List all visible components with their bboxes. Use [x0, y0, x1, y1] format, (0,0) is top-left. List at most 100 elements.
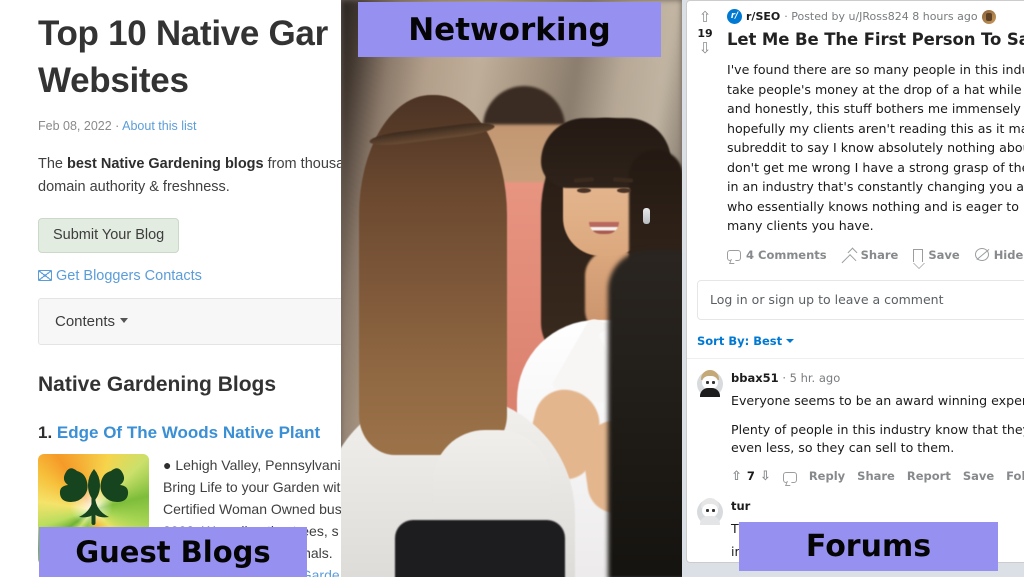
post-author-meta: · Posted by u/JRoss824 8 hours ago	[784, 10, 978, 23]
comment-body-line: Plenty of people in this industry know t…	[731, 421, 1024, 437]
post-body-line: subreddit to say I know absolutely nothi…	[727, 140, 1024, 156]
photo-dark-right-figure	[608, 250, 682, 577]
woman-right-eye-right	[617, 188, 631, 193]
vote-column: ⇧ 19 ⇩	[687, 1, 723, 268]
contents-label: Contents	[55, 312, 116, 330]
avatar	[697, 498, 723, 526]
comment-header: bbax51 · 5 hr. ago	[731, 371, 1024, 385]
networking-photo-panel	[341, 0, 682, 577]
post-main: r/ r/SEO · Posted by u/JRoss824 8 hours …	[723, 1, 1024, 269]
reddit-panel: ⇧ 19 ⇩ r/ r/SEO · Posted by u/JRoss824 8…	[682, 0, 1024, 577]
post-body-line: many clients you have.	[727, 218, 874, 234]
post-body-line: who essentially knows nothing and is eag…	[727, 198, 1024, 214]
save-label: Save	[928, 247, 960, 262]
entry-desc-line1: Bring Life to your Garden wit	[163, 478, 341, 495]
woman-right-earring	[643, 208, 650, 224]
avatar-face	[702, 375, 718, 389]
woman-left-hair	[359, 95, 507, 455]
label-networking: Networking	[358, 2, 661, 57]
post-byline: r/ r/SEO · Posted by u/JRoss824 8 hours …	[727, 9, 1024, 24]
submit-your-blog-button[interactable]: Submit Your Blog	[38, 217, 180, 253]
comment-body: Everyone seems to be an award winning ex…	[731, 392, 1024, 459]
comment-main: bbax51 · 5 hr. ago Everyone seems to be …	[731, 371, 1024, 484]
sort-label: Sort By: Best	[697, 333, 783, 348]
location-pin-icon: ●	[163, 456, 172, 473]
comment-body-line: even less, so they can sell to them.	[731, 440, 955, 456]
description-prefix: The	[38, 155, 68, 172]
comment-save-button[interactable]: Save	[963, 469, 994, 483]
share-button[interactable]: Share	[842, 248, 899, 262]
comment-score: 7	[746, 469, 755, 484]
envelope-icon	[38, 270, 52, 282]
subreddit-link[interactable]: r/SEO	[746, 10, 780, 23]
avatar-eye-right	[712, 509, 715, 513]
chevron-down-icon	[786, 338, 795, 343]
post-action-bar: 4 Comments Share Save Hide	[727, 247, 1024, 269]
post-body-line: and honestly, this stuff bothers me imme…	[727, 101, 1024, 117]
woman-right-eye-left	[577, 188, 591, 193]
comment-item: bbax51 · 5 hr. ago Everyone seems to be …	[687, 359, 1024, 484]
sort-dropdown[interactable]: Sort By: Best	[697, 334, 1024, 348]
entry-number: 1.	[38, 422, 53, 442]
comment-username[interactable]: tur	[731, 499, 750, 513]
comment-input-prompt: Log in or sign up to leave a comment	[710, 292, 944, 308]
comment-username[interactable]: bbax51	[731, 371, 779, 385]
comment-upvote-icon[interactable]: ⇧	[731, 470, 742, 483]
comment-timestamp: · 5 hr. ago	[782, 370, 841, 385]
comment-report-button[interactable]: Report	[907, 469, 951, 483]
comment-icon	[782, 471, 797, 483]
entry-location: Lehigh Valley, Pennsylvani	[175, 456, 341, 473]
avatar-eye-left	[706, 380, 709, 384]
avatar-body	[700, 516, 720, 526]
comment-action-bar: ⇧ 7 ⇩ Reply Share Report Save Follow	[731, 469, 1024, 483]
get-bloggers-contacts-link[interactable]: Get Bloggers Contacts	[38, 268, 341, 284]
save-button[interactable]: Save	[913, 247, 960, 269]
page-description: The best Native Gardening blogs from tho…	[38, 153, 341, 200]
upvote-icon[interactable]: ⇧	[687, 9, 723, 26]
post-meta: Feb 08, 2022 · About this list	[38, 119, 341, 133]
avatar-eye-left	[706, 509, 709, 513]
comment-reply-button[interactable]: Reply	[809, 469, 845, 483]
woman-left-skirt	[395, 520, 565, 577]
bookmark-icon	[913, 248, 926, 269]
post-body-line: hopefully my clients aren't reading this…	[727, 120, 1024, 136]
avatar	[697, 369, 723, 397]
share-label: Share	[860, 247, 899, 262]
contents-dropdown[interactable]: Contents	[38, 297, 341, 345]
comment-body-line: Everyone seems to be an award winning ex…	[731, 392, 1024, 408]
post-body-line: in an industry that's constantly changin…	[727, 179, 1024, 195]
entry-name-link[interactable]: Edge Of The Woods Native Plant	[57, 423, 320, 442]
downvote-icon[interactable]: ⇩	[687, 40, 723, 57]
reddit-post: ⇧ 19 ⇩ r/ r/SEO · Posted by u/JRoss824 8…	[687, 1, 1024, 269]
post-title[interactable]: Let Me Be The First Person To Say I Know…	[727, 30, 1024, 49]
get-bloggers-contacts-label: Get Bloggers Contacts	[56, 267, 202, 284]
hide-label: Hide	[993, 247, 1024, 262]
comment-vote-group: ⇧ 7 ⇩	[731, 469, 771, 483]
page-title: Top 10 Native Gar Websites	[38, 12, 341, 104]
comment-share-button[interactable]: Share	[857, 469, 895, 483]
description-bold: best Native Gardening blogs	[67, 155, 264, 172]
comment-downvote-icon[interactable]: ⇩	[760, 470, 771, 483]
post-date: Feb 08, 2022	[38, 118, 112, 133]
comment-header: tur	[731, 499, 1024, 513]
page-title-line2: Websites	[38, 60, 189, 100]
comments-button[interactable]: 4 Comments	[727, 248, 827, 262]
label-guest-blogs: Guest Blogs	[39, 527, 307, 577]
leaf-icon	[59, 467, 128, 525]
comments-label: 4 Comments	[746, 247, 827, 262]
post-body-line: don't get me wrong I have a strong grasp…	[727, 159, 1024, 175]
hide-button[interactable]: Hide	[974, 247, 1024, 262]
section-heading: Native Gardening Blogs	[38, 372, 277, 396]
comment-input[interactable]: Log in or sign up to leave a comment	[697, 279, 1024, 320]
award-icon	[981, 9, 996, 24]
screenshot-root: Top 10 Native Gar Websites Feb 08, 2022 …	[0, 0, 1024, 577]
share-icon	[842, 248, 856, 262]
about-this-list-link[interactable]: About this list	[122, 119, 196, 133]
hide-eye-icon	[974, 248, 989, 262]
meta-separator: ·	[115, 118, 120, 133]
comment-follow-button[interactable]: Follow	[1006, 469, 1024, 483]
label-forums: Forums	[739, 522, 998, 571]
avatar-eye-right	[712, 380, 715, 384]
blog-list-panel: Top 10 Native Gar Websites Feb 08, 2022 …	[0, 0, 341, 577]
entry-desc-line2: Certified Woman Owned bus	[163, 500, 341, 517]
